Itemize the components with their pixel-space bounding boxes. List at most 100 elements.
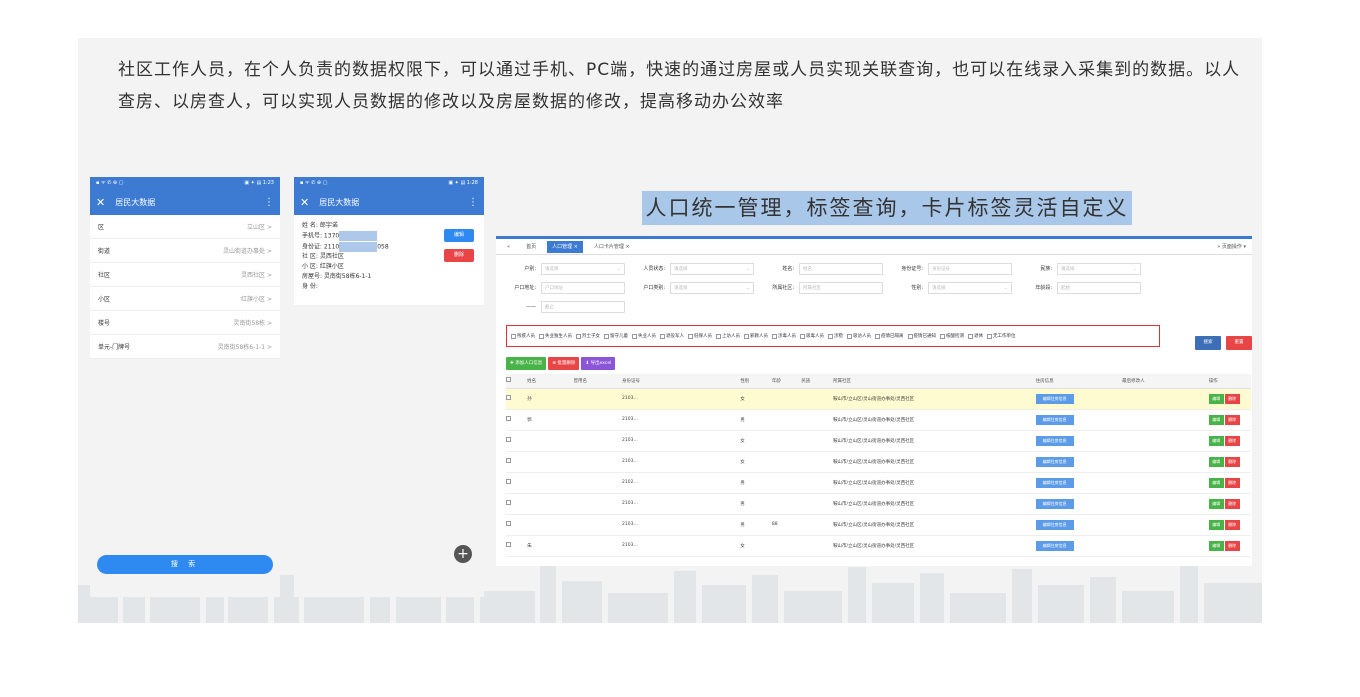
- tag-checkbox[interactable]: 低保人员: [688, 328, 712, 344]
- close-icon[interactable]: ✕: [300, 196, 309, 209]
- row-delete-button[interactable]: 删除: [1224, 498, 1240, 509]
- batch-delete-button[interactable]: ⊗ 批量删除: [548, 357, 580, 370]
- tag-checkbox[interactable]: 退役军人: [660, 328, 684, 344]
- row-delete-button[interactable]: 删除: [1224, 456, 1240, 467]
- checkbox-icon[interactable]: [800, 333, 805, 339]
- search-button[interactable]: 搜索: [1195, 336, 1221, 350]
- input-field[interactable]: 户口地址: [541, 281, 625, 294]
- row-edit-button[interactable]: 编辑: [1208, 435, 1224, 446]
- table-row[interactable]: 2103... 女 鞍山市/立山区/灵山街道办事处/灵西社区 编辑住房信息 编辑 删除: [506, 451, 1251, 473]
- input-field[interactable]: 起始: [1057, 281, 1141, 294]
- close-icon[interactable]: ✕: [96, 196, 105, 209]
- tag-checkbox[interactable]: 吸毒人员: [800, 328, 824, 344]
- table-row[interactable]: 2103... 女 鞍山市/立山区/灵山街道办事处/灵西社区 编辑住房信息 编辑 删除: [506, 430, 1251, 452]
- tab-2[interactable]: 人口管理 ×: [547, 240, 583, 253]
- tag-checkbox[interactable]: 留守儿童: [604, 328, 628, 344]
- edit-housing-button[interactable]: 编辑住房信息: [1035, 393, 1074, 404]
- checkbox-icon[interactable]: [907, 333, 913, 339]
- tag-checkbox[interactable]: 吸访人员: [847, 328, 871, 344]
- tag-checkbox[interactable]: 上访人员: [716, 328, 740, 344]
- checkbox-icon[interactable]: [716, 333, 721, 339]
- tab-3[interactable]: 人口卡片管理 ×: [589, 241, 635, 253]
- row-delete-button[interactable]: 删除: [1224, 435, 1240, 446]
- tag-checkbox[interactable]: 涉稳: [828, 328, 843, 344]
- row-edit-button[interactable]: 编辑: [1208, 498, 1224, 509]
- tag-checkbox[interactable]: 无工作单位: [987, 328, 1016, 344]
- checkbox-icon[interactable]: [576, 333, 581, 339]
- row-checkbox[interactable]: [506, 542, 511, 547]
- select-all-checkbox[interactable]: [506, 377, 511, 383]
- tag-checkbox[interactable]: 失业人员: [632, 328, 656, 344]
- edit-housing-button[interactable]: 编辑住房信息: [1035, 414, 1074, 425]
- row-edit-button[interactable]: 编辑: [1208, 456, 1224, 467]
- list-item[interactable]: 社区 灵西社区 >: [90, 263, 280, 287]
- row-checkbox[interactable]: [506, 521, 511, 526]
- reset-button[interactable]: 重置: [1226, 336, 1252, 350]
- page-actions-menu[interactable]: » 页面操作 ▾: [1217, 243, 1246, 250]
- select-field[interactable]: 请选择 ⌄: [1057, 262, 1141, 275]
- checkbox-icon[interactable]: [987, 333, 992, 339]
- list-item[interactable]: 单元-门牌号 灵南街58栋6-1-1 >: [90, 335, 280, 359]
- edit-button[interactable]: 编辑: [444, 229, 474, 242]
- row-edit-button[interactable]: 编辑: [1208, 477, 1224, 488]
- input-field[interactable]: 截止: [541, 300, 625, 313]
- table-row[interactable]: 朱 2103... 女 鞍山市/立山区/灵山街道办事处/灵西社区 编辑住房信息 编辑 删除: [506, 535, 1251, 557]
- edit-housing-button[interactable]: 编辑住房信息: [1035, 498, 1074, 509]
- select-field[interactable]: 请选择 ⌄: [670, 281, 754, 294]
- checkbox-icon[interactable]: [688, 333, 693, 339]
- checkbox-icon[interactable]: [940, 333, 945, 339]
- edit-housing-button[interactable]: 编辑住房信息: [1035, 519, 1074, 530]
- table-row[interactable]: 2102... 男 鞍山市/立山区/灵山街道办事处/灵西社区 编辑住房信息 编辑 删除: [506, 472, 1251, 494]
- checkbox-icon[interactable]: [511, 333, 516, 339]
- input-field[interactable]: 身份证号: [928, 262, 1012, 275]
- row-edit-button[interactable]: 编辑: [1208, 540, 1224, 551]
- tag-checkbox[interactable]: 退休: [968, 328, 983, 344]
- tag-checkbox[interactable]: 残疾人员: [511, 328, 535, 344]
- row-delete-button[interactable]: 删除: [1224, 540, 1240, 551]
- select-field[interactable]: 请选择 ⌄: [541, 262, 625, 275]
- row-delete-button[interactable]: 删除: [1224, 393, 1240, 404]
- delete-button[interactable]: 删除: [444, 249, 474, 262]
- row-checkbox[interactable]: [506, 479, 511, 484]
- row-checkbox[interactable]: [506, 458, 511, 463]
- tag-checkbox[interactable]: 烈士子女: [576, 328, 600, 344]
- tag-checkbox[interactable]: 失业独生人员: [539, 328, 572, 344]
- row-checkbox[interactable]: [506, 395, 511, 400]
- checkbox-icon[interactable]: [828, 333, 833, 339]
- tag-checkbox[interactable]: 邪教人员: [744, 328, 768, 344]
- row-checkbox[interactable]: [506, 416, 511, 421]
- edit-housing-button[interactable]: 编辑住房信息: [1035, 540, 1074, 551]
- checkbox-icon[interactable]: [847, 333, 852, 339]
- checkbox-icon[interactable]: [875, 333, 880, 339]
- checkbox-icon[interactable]: [660, 333, 665, 339]
- row-delete-button[interactable]: 删除: [1224, 414, 1240, 425]
- row-edit-button[interactable]: 编辑: [1208, 414, 1224, 425]
- checkbox-icon[interactable]: [604, 333, 609, 339]
- add-fab-button[interactable]: +: [454, 545, 472, 563]
- checkbox-icon[interactable]: [968, 333, 973, 339]
- list-item[interactable]: 区 立山区 >: [90, 215, 280, 239]
- table-row[interactable]: 2103... 男 鞍山市/立山区/灵山街道办事处/灵西社区 编辑住房信息 编辑 删除: [506, 493, 1251, 515]
- tag-checkbox[interactable]: 疫情已通知: [907, 328, 936, 344]
- table-row[interactable]: 孙 2103... 女 鞍山市/立山区/灵山街道办事处/灵西社区 编辑住房信息 编辑 删除: [506, 388, 1251, 410]
- tag-checkbox[interactable]: 疫情已隔离: [875, 328, 904, 344]
- search-button[interactable]: 搜 索: [97, 555, 273, 574]
- edit-housing-button[interactable]: 编辑住房信息: [1035, 456, 1074, 467]
- row-delete-button[interactable]: 删除: [1224, 519, 1240, 530]
- checkbox-icon[interactable]: [772, 333, 777, 339]
- list-item[interactable]: 小区 红旗小区 >: [90, 287, 280, 311]
- input-field[interactable]: 所属社区: [799, 281, 883, 294]
- edit-housing-button[interactable]: 编辑住房信息: [1035, 477, 1074, 488]
- select-field[interactable]: 请选择 ⌄: [670, 262, 754, 275]
- list-item[interactable]: 街道 灵山街道办事处 >: [90, 239, 280, 263]
- tag-checkbox[interactable]: 核酸检测: [940, 328, 964, 344]
- more-icon[interactable]: ⋮: [264, 197, 274, 208]
- select-field[interactable]: 请选择 ⌄: [928, 281, 1012, 294]
- checkbox-icon[interactable]: [744, 333, 749, 339]
- input-field[interactable]: 姓名: [799, 262, 883, 275]
- row-checkbox[interactable]: [506, 437, 511, 442]
- tag-checkbox[interactable]: 涉毒人员: [772, 328, 796, 344]
- table-row[interactable]: 郭 2103... 男 鞍山市/立山区/灵山街道办事处/灵西社区 编辑住房信息 编辑 删除: [506, 409, 1251, 431]
- tab-1[interactable]: 首页: [521, 241, 541, 253]
- checkbox-icon[interactable]: [632, 333, 637, 339]
